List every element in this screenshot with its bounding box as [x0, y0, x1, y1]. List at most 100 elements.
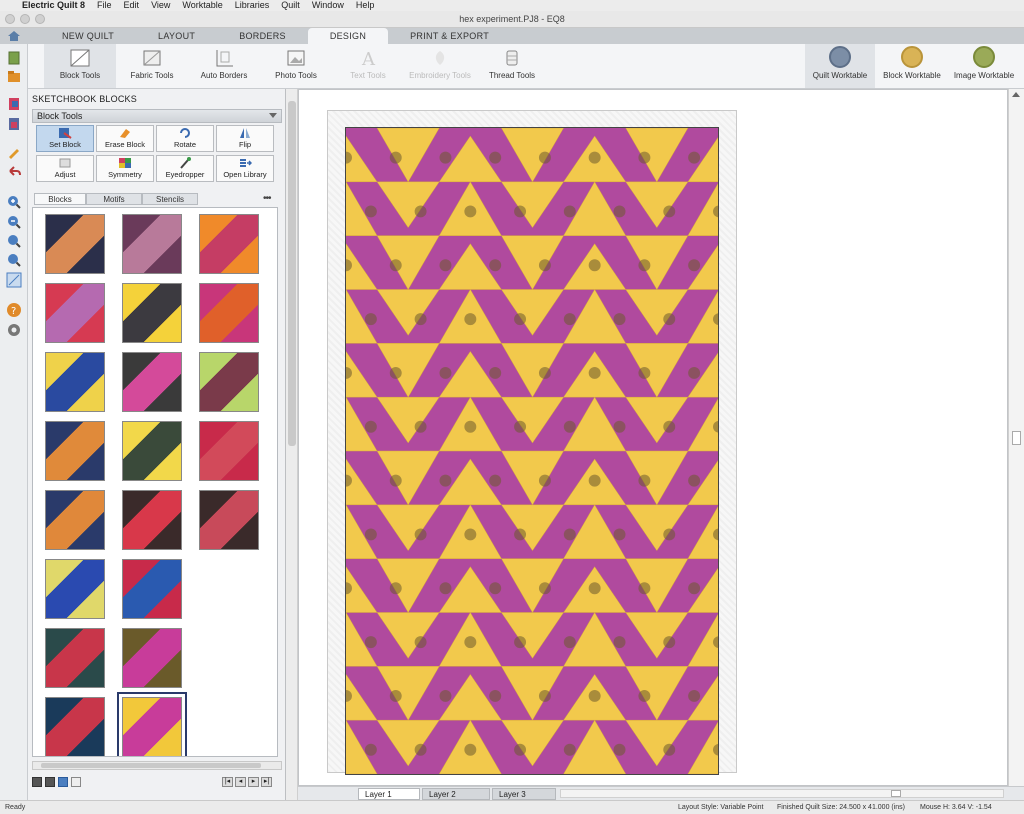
quilt-design[interactable]	[345, 127, 719, 775]
sketchbook-block[interactable]	[122, 421, 182, 481]
photo-tools-button[interactable]: Photo Tools	[260, 44, 332, 88]
quilt-worktable[interactable]	[298, 89, 1008, 786]
tab-layout[interactable]: LAYOUT	[136, 28, 217, 44]
chevron-down-icon[interactable]	[269, 113, 277, 118]
sketchbook-block[interactable]	[199, 421, 259, 481]
tab-layer-1[interactable]: Layer 1	[358, 788, 420, 800]
embroidery-tools-button[interactable]: Embroidery Tools	[404, 44, 476, 88]
rotate-icon	[180, 128, 190, 138]
view-large-icon[interactable]	[32, 777, 42, 787]
sketchbook-block[interactable]	[199, 214, 259, 274]
quilt-worktable-button[interactable]: Quilt Worktable	[805, 44, 875, 88]
flower-center	[389, 366, 402, 379]
tab-new-quilt[interactable]: NEW QUILT	[40, 28, 136, 44]
sketchbook-block[interactable]	[122, 490, 182, 550]
rotate-button[interactable]: Rotate	[156, 125, 214, 152]
menu-help[interactable]: Help	[350, 0, 381, 11]
sketchbook-block[interactable]	[122, 352, 182, 412]
menu-window[interactable]: Window	[306, 0, 350, 11]
add-to-sketchbook-icon[interactable]	[6, 96, 22, 112]
view-sample-icon[interactable]	[6, 272, 22, 288]
menu-quilt[interactable]: Quilt	[275, 0, 306, 11]
flower-center	[613, 743, 626, 756]
undo-icon[interactable]	[6, 164, 22, 180]
last-page-icon[interactable]: ▸|	[261, 777, 272, 787]
sketchbook-block[interactable]	[45, 352, 105, 412]
open-project-icon[interactable]	[6, 68, 22, 84]
panel-vertical-scrollbar[interactable]	[286, 89, 298, 800]
scroll-thumb[interactable]	[1012, 431, 1021, 445]
block-tools-button[interactable]: Block Tools	[44, 44, 116, 88]
sketchbook-block[interactable]	[45, 628, 105, 688]
sketchbook-block[interactable]	[45, 559, 105, 619]
sketchbook-block[interactable]	[45, 283, 105, 343]
tab-print-export[interactable]: PRINT & EXPORT	[388, 28, 511, 44]
menu-worktable[interactable]: Worktable	[176, 0, 228, 11]
block-worktable-button[interactable]: Block Worktable	[877, 44, 947, 88]
sketchbook-block[interactable]	[45, 421, 105, 481]
home-icon[interactable]	[0, 28, 28, 44]
flower-center	[663, 528, 676, 541]
thread-tools-button[interactable]: Thread Tools	[476, 44, 548, 88]
sketchbook-block[interactable]	[45, 214, 105, 274]
menu-libraries[interactable]: Libraries	[229, 0, 276, 11]
flower-center	[563, 743, 576, 756]
scroll-thumb[interactable]	[288, 101, 296, 446]
image-worktable-button[interactable]: Image Worktable	[949, 44, 1019, 88]
flip-button[interactable]: Flip	[216, 125, 274, 152]
sketchbook-block[interactable]	[199, 490, 259, 550]
previous-page-icon[interactable]: ◂	[235, 777, 246, 787]
next-page-icon[interactable]: ▸	[248, 777, 259, 787]
tab-blocks[interactable]: Blocks	[34, 193, 86, 205]
sketchbook-block[interactable]	[45, 697, 105, 756]
tab-stencils[interactable]: Stencils	[142, 193, 198, 205]
gear-icon[interactable]	[6, 322, 22, 338]
more-options-icon[interactable]: •••	[263, 193, 271, 204]
open-library-button[interactable]: Open Library	[216, 155, 274, 182]
sketchbook-block[interactable]	[45, 490, 105, 550]
app-menu[interactable]: Electric Quilt 8	[16, 0, 91, 11]
sketchbook-block[interactable]	[122, 283, 182, 343]
pencil-icon[interactable]	[6, 144, 22, 160]
erase-block-button[interactable]: Erase Block	[96, 125, 154, 152]
view-medium-icon[interactable]	[45, 777, 55, 787]
text-tools-button[interactable]: A Text Tools	[332, 44, 404, 88]
flower-center	[638, 151, 651, 164]
fit-to-worktable-icon[interactable]	[6, 233, 22, 249]
view-small-icon[interactable]	[58, 777, 68, 787]
sketchbook-block[interactable]	[117, 692, 187, 756]
tab-motifs[interactable]: Motifs	[86, 193, 142, 205]
flower-center	[563, 636, 576, 649]
eyedropper-button[interactable]: Eyedropper	[156, 155, 214, 182]
sketchbook-icon[interactable]	[6, 50, 22, 66]
worktable-vertical-scrollbar[interactable]	[1008, 89, 1024, 786]
sketchbook-block[interactable]	[122, 559, 182, 619]
library-icon[interactable]	[6, 116, 22, 132]
set-block-button[interactable]: Set Block	[36, 125, 94, 152]
fabric-tools-button[interactable]: Fabric Tools	[116, 44, 188, 88]
tab-borders[interactable]: BORDERS	[217, 28, 308, 44]
zoom-in-icon[interactable]	[6, 194, 22, 210]
auto-borders-button[interactable]: Auto Borders	[188, 44, 260, 88]
worktable-horizontal-scrollbar[interactable]	[560, 789, 1004, 798]
refresh-zoom-icon[interactable]	[6, 252, 22, 268]
sketchbook-block[interactable]	[199, 283, 259, 343]
adjust-button[interactable]: Adjust	[36, 155, 94, 182]
view-tiny-icon[interactable]	[71, 777, 81, 787]
sketchbook-block[interactable]	[122, 628, 182, 688]
symmetry-button[interactable]: Symmetry	[96, 155, 154, 182]
tab-layer-3[interactable]: Layer 3	[492, 788, 556, 800]
menu-edit[interactable]: Edit	[118, 0, 146, 11]
tab-design[interactable]: DESIGN	[307, 28, 389, 44]
first-page-icon[interactable]: |◂	[222, 777, 233, 787]
sketchbook-block[interactable]	[199, 352, 259, 412]
horizontal-scrollbar[interactable]	[32, 761, 282, 770]
block-tools-section-header[interactable]: Block Tools	[32, 109, 282, 123]
zoom-out-icon[interactable]	[6, 214, 22, 230]
help-icon[interactable]: ?	[6, 302, 22, 318]
tab-layer-2[interactable]: Layer 2	[422, 788, 490, 800]
menu-file[interactable]: File	[91, 0, 118, 11]
scroll-up-arrow[interactable]	[1012, 92, 1020, 97]
sketchbook-block[interactable]	[122, 214, 182, 274]
menu-view[interactable]: View	[145, 0, 176, 11]
